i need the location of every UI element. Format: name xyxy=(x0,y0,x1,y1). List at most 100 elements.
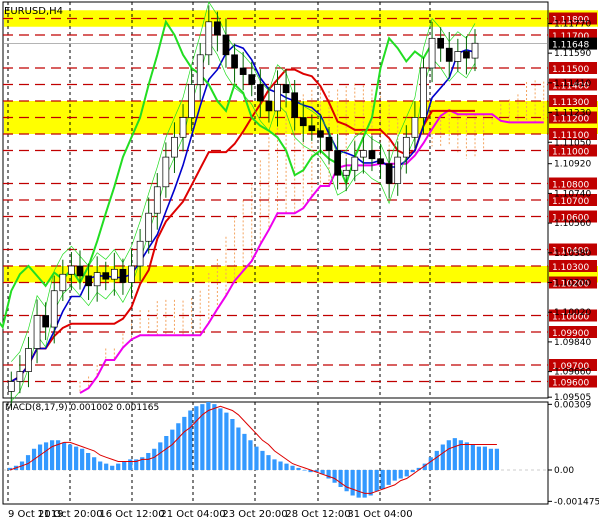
macd-histogram-bar xyxy=(296,467,301,470)
macd-histogram-bar xyxy=(482,446,487,470)
macd-histogram-bar xyxy=(374,470,379,492)
candle-body xyxy=(377,158,384,165)
macd-histogram-bar xyxy=(242,433,247,470)
macd-histogram-bar xyxy=(440,444,445,470)
candle-body xyxy=(411,117,419,138)
candle-body xyxy=(136,240,144,267)
senkou-span-b-line xyxy=(79,108,544,394)
candle-body xyxy=(196,54,204,85)
candle-body xyxy=(317,130,324,138)
candle-body xyxy=(334,150,341,176)
candle-body xyxy=(162,156,170,188)
x-tick-label: 31 Oct 04:00 xyxy=(347,509,412,520)
level-tag-label: 1.11000 xyxy=(552,148,589,158)
candle-body xyxy=(76,265,84,277)
x-tick-label: 16 Oct 12:00 xyxy=(99,509,164,520)
macd-histogram-bar xyxy=(260,450,265,470)
candle-body xyxy=(68,265,75,275)
candle-body xyxy=(59,273,67,292)
level-tag-label: 1.10300 xyxy=(552,263,589,273)
macd-histogram-bar xyxy=(146,453,151,470)
level-tag-label: 1.11500 xyxy=(552,65,589,75)
macd-histogram-bar xyxy=(194,406,199,470)
price-axis-label: 1.10020 xyxy=(554,308,591,318)
macd-histogram-bar xyxy=(122,461,127,470)
candle-body xyxy=(428,37,436,69)
macd-histogram-bar xyxy=(92,457,97,470)
macd-histogram-bar xyxy=(380,470,385,490)
level-tag-label: 1.09600 xyxy=(552,379,589,389)
candle-body xyxy=(179,117,187,138)
macd-histogram-bar xyxy=(410,470,415,473)
candle-body xyxy=(402,136,410,158)
candle-body xyxy=(394,156,402,184)
candle-body xyxy=(265,100,273,112)
candle-body xyxy=(368,150,376,160)
macd-histogram-bar xyxy=(188,410,193,470)
macd-histogram-bar xyxy=(476,446,481,470)
candle-body xyxy=(145,212,153,242)
macd-histogram-bar xyxy=(224,412,229,470)
macd-histogram-bar xyxy=(104,463,109,470)
macd-histogram-bar xyxy=(37,444,43,470)
candle-body xyxy=(110,268,118,280)
macd-histogram-bar xyxy=(272,459,277,470)
candle-body xyxy=(248,74,256,85)
macd-histogram-bar xyxy=(110,465,115,470)
price-axis-label: 1.11230 xyxy=(554,109,591,119)
macd-histogram-bar xyxy=(49,440,55,470)
candle-body xyxy=(299,117,307,127)
candle-body xyxy=(128,265,135,283)
macd-histogram-bar xyxy=(98,461,103,470)
macd-histogram-bar xyxy=(62,442,67,470)
macd-histogram-bar xyxy=(170,429,175,470)
candle-body xyxy=(231,54,238,69)
macd-histogram-bar xyxy=(68,444,73,470)
macd-histogram-bar xyxy=(356,470,361,498)
candle-body xyxy=(93,272,101,287)
candle-body xyxy=(463,51,470,59)
macd-histogram-bar xyxy=(446,440,451,470)
price-axis-label: 1.11770 xyxy=(554,19,591,29)
candle-body xyxy=(16,371,24,382)
candle-body xyxy=(308,125,316,132)
price-axis-label: 1.11410 xyxy=(554,79,591,89)
price-axis-label: 1.10920 xyxy=(554,160,591,170)
candle-body xyxy=(171,136,178,158)
x-tick-label: 28 Oct 12:00 xyxy=(285,509,350,520)
candle-body xyxy=(342,169,350,176)
macd-histogram-bar xyxy=(182,416,187,470)
price-axis-label: 1.11590 xyxy=(554,49,591,59)
macd-histogram-bar xyxy=(332,470,337,483)
macd-histogram-bar xyxy=(290,465,295,470)
eurusd-h4-chart: 9 Oct 201911 Oct 20:0016 Oct 12:0021 Oct… xyxy=(0,1,599,520)
price-axis-label: 1.11050 xyxy=(554,138,591,148)
macd-histogram-bar xyxy=(212,404,217,470)
macd-histogram-bar xyxy=(386,470,391,485)
macd-histogram-bar xyxy=(464,442,469,470)
macd-histogram-bar xyxy=(392,470,397,481)
macd-histogram-bar xyxy=(128,459,133,470)
candle-body xyxy=(7,381,15,392)
macd-histogram-bar xyxy=(158,442,163,470)
macd-histogram-bar xyxy=(248,440,253,470)
macd-histogram-bar xyxy=(236,427,241,470)
macd-histogram-bar xyxy=(488,448,493,470)
candle-body xyxy=(33,315,41,349)
candle-body xyxy=(42,315,49,328)
level-tag-label: 1.11300 xyxy=(552,98,589,108)
price-axis-label: 1.10560 xyxy=(554,219,591,229)
candle-body xyxy=(420,67,427,118)
macd-axis-label: 0.00309 xyxy=(554,400,591,410)
price-axis-label: 1.10200 xyxy=(554,279,591,289)
candle-body xyxy=(85,275,92,287)
candle-body xyxy=(153,186,161,214)
macd-histogram-bar xyxy=(176,423,181,470)
candle-body xyxy=(119,268,127,283)
candle-body xyxy=(274,84,281,112)
macd-histogram-bar xyxy=(206,402,211,470)
yellow-zone-2 xyxy=(4,266,598,283)
macd-histogram-bar xyxy=(80,448,85,470)
macd-histogram-bar xyxy=(230,419,235,470)
candle-body xyxy=(325,136,333,151)
